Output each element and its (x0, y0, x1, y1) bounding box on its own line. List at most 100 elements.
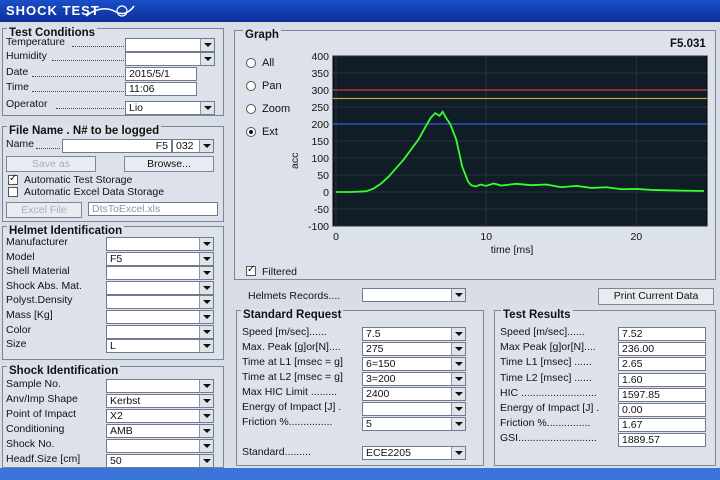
shock-field-label: Point of Impact (6, 408, 77, 420)
graph-mode-ext-radio[interactable] (246, 127, 256, 137)
chevron-down-icon (199, 340, 213, 353)
excel-file-button[interactable]: Excel File (6, 202, 82, 218)
file-name-field[interactable]: F5 (62, 139, 172, 153)
auto-excel-storage-checkbox[interactable] (8, 187, 18, 197)
standard-field-select[interactable]: 3=200 (362, 372, 466, 386)
chevron-down-icon (199, 281, 213, 294)
x-tick-label: 20 (631, 231, 643, 243)
y-tick-label: 300 (311, 85, 329, 97)
helmet-field-select[interactable] (106, 310, 214, 324)
standard-field-select[interactable]: 275 (362, 342, 466, 356)
shock-field-select[interactable] (106, 379, 214, 393)
y-tick-label: 350 (311, 68, 329, 80)
helmet-field-select[interactable]: F5 (106, 251, 214, 266)
result-field-value: 1.60 (618, 372, 706, 387)
taskbar (0, 468, 720, 480)
result-field-label: Energy of Impact [J] . (500, 402, 600, 414)
filtered-checkbox[interactable] (246, 264, 256, 276)
result-field-value: 0.00 (618, 403, 706, 417)
auto-test-storage-checkbox[interactable] (8, 173, 18, 185)
chevron-down-icon (200, 102, 214, 114)
standard-field-label: Speed [m/sec]...... (242, 326, 327, 338)
shock-field-label: Conditioning (6, 423, 65, 435)
result-field-label: Friction %............... (500, 417, 591, 430)
helmet-field-label: Color (6, 323, 32, 336)
helmet-field-select[interactable] (106, 280, 214, 295)
x-axis-label: time [ms] (491, 244, 534, 256)
result-field-value: 1597.85 (618, 387, 706, 402)
helmet-field-select[interactable] (106, 237, 214, 251)
chevron-down-icon (199, 395, 213, 407)
graph-mode-pan-radio[interactable] (246, 81, 256, 91)
standard-request-title: Standard Request (241, 309, 344, 321)
chevron-down-icon (451, 447, 465, 459)
standard-field-select[interactable]: 2400 (362, 387, 466, 401)
humidity-select[interactable] (125, 52, 215, 66)
brand-logo (85, 5, 135, 17)
time-field[interactable]: 11:06 (125, 82, 197, 96)
standard-label: Standard......... (242, 446, 311, 458)
x-tick-label: 10 (480, 231, 492, 243)
temperature-label: Temperature (6, 36, 65, 48)
date-label: Date (6, 66, 29, 78)
y-tick-label: 50 (317, 170, 329, 182)
helmet-field-select[interactable] (106, 295, 214, 310)
y-tick-label: 150 (311, 136, 329, 148)
chevron-down-icon (199, 425, 213, 437)
shock-field-select[interactable]: Kerbst (106, 394, 214, 408)
standard-field-label: Time at L2 [msec = g] (242, 371, 343, 383)
shock-field-select[interactable]: X2 (106, 409, 214, 423)
x-tick-label: 0 (333, 231, 339, 243)
chevron-down-icon (200, 39, 214, 51)
operator-label: Operator (6, 98, 48, 110)
standard-field-select[interactable]: 6=150 (362, 357, 466, 371)
graph-mode-label: Ext (262, 126, 278, 138)
helmet-field-label: Shock Abs. Mat. (6, 279, 82, 292)
standard-field-label: Friction %............... (242, 416, 333, 428)
excel-file-field[interactable]: DtsToExcel.xls (88, 202, 218, 216)
date-field[interactable]: 2015/5/1 (125, 67, 197, 81)
chevron-down-icon (199, 380, 213, 392)
shock-field-select[interactable]: AMB (106, 424, 214, 438)
helmet-field-label: Polyst.Density (6, 294, 73, 307)
helmet-field-select[interactable] (106, 266, 214, 281)
operator-select[interactable]: Lio (125, 101, 215, 115)
temperature-select[interactable] (125, 38, 215, 52)
standard-field-select[interactable]: 5 (362, 417, 466, 431)
helmet-field-label: Shell Material (6, 265, 70, 278)
chevron-down-icon (199, 267, 213, 280)
graph-mode-zoom-radio[interactable] (246, 104, 256, 114)
print-current-data-button[interactable]: Print Current Data (598, 288, 714, 305)
chevron-down-icon (199, 455, 213, 467)
shock-field-select[interactable]: 50 (106, 454, 214, 468)
helmets-records-select[interactable] (362, 288, 466, 302)
auto-test-storage-label: Automatic Test Storage (24, 174, 133, 186)
helmet-field-label: Manufacturer (6, 236, 68, 248)
shock-field-select[interactable] (106, 439, 214, 453)
title-bar: SHOCK TEST (0, 0, 720, 22)
file-name-title: File Name . N# to be logged (7, 125, 162, 137)
helmet-field-select[interactable] (106, 324, 214, 339)
chevron-down-icon (199, 410, 213, 422)
standard-select[interactable]: ECE2205 (362, 446, 466, 460)
chevron-down-icon (199, 252, 213, 265)
graph-mode-all-radio[interactable] (246, 58, 256, 68)
helmets-records-label: Helmets Records.... (248, 290, 341, 302)
chevron-down-icon (199, 238, 213, 250)
file-number-select[interactable]: 032 (172, 139, 214, 153)
y-tick-label: 200 (311, 119, 329, 131)
y-tick-label: -100 (308, 221, 329, 233)
save-as-button[interactable]: Save as (6, 156, 96, 172)
standard-field-label: Time at L1 [msec = g] (242, 356, 343, 368)
chevron-down-icon (451, 343, 465, 355)
y-tick-label: 0 (323, 187, 329, 199)
standard-field-select[interactable]: 7.5 (362, 327, 466, 341)
helmet-field-select[interactable]: L (106, 339, 214, 354)
result-field-label: Time L2 [msec] ...... (500, 371, 592, 384)
browse-button[interactable]: Browse... (124, 156, 214, 172)
chevron-down-icon (451, 328, 465, 340)
standard-field-select[interactable] (362, 402, 466, 416)
graph-title: Graph (243, 29, 281, 41)
chevron-down-icon (451, 373, 465, 385)
auto-excel-storage-label: Automatic Excel Data Storage (24, 186, 165, 198)
